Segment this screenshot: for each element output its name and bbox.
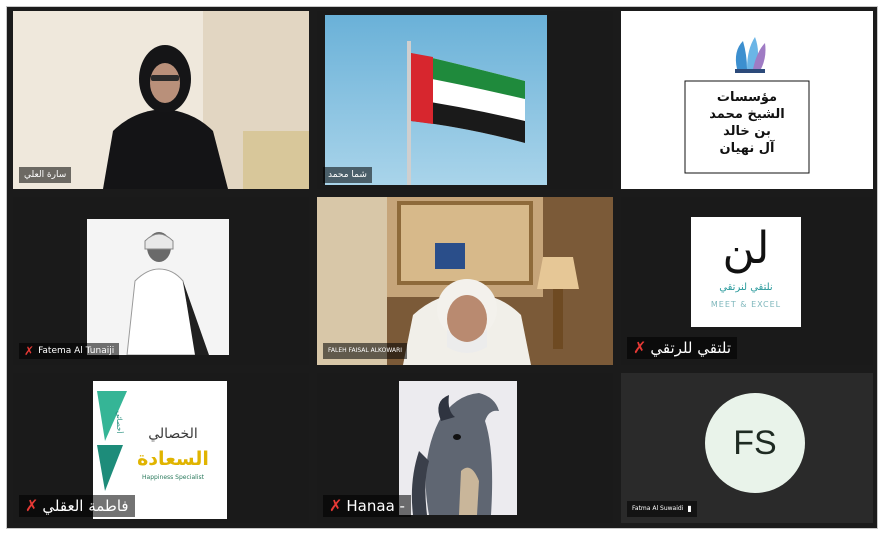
participant-name-label: ✗ فاطمة العقلي xyxy=(19,495,135,517)
participant-name-label: شما محمد xyxy=(323,167,372,183)
participant-name-label: ✗ Fatema Al Tunaiji xyxy=(19,343,120,359)
nelteqi-logo-script: لن xyxy=(722,223,770,274)
video-tile-p4[interactable]: ✗ Fatema Al Tunaiji xyxy=(13,197,309,365)
video-tile-p3[interactable]: مؤسسات الشيخ محمد بن خالد آل نهيان xyxy=(621,11,873,189)
uae-flag-image xyxy=(325,15,547,185)
happiness-logo-side: أخصائي xyxy=(115,411,123,434)
participant-name-label: Fatma Al Suwaidi ▮ xyxy=(627,501,697,517)
mic-muted-icon: ✗ xyxy=(633,338,647,357)
horse-painting-image xyxy=(399,381,517,515)
video-feed xyxy=(13,11,309,189)
participant-name-label: سارة العلي xyxy=(19,167,72,183)
mic-muted-icon: ✗ xyxy=(24,344,35,358)
video-feed xyxy=(87,219,229,355)
participant-name-label: ✗ تلتقي للرتقي xyxy=(627,337,738,359)
video-tile-p1[interactable]: سارة العلي xyxy=(13,11,309,189)
foundation-logo-text: مؤسسات الشيخ محمد بن خالد آل نهيان xyxy=(709,90,785,156)
participant-initials-avatar: FS xyxy=(705,393,805,493)
mic-muted-icon: ✗ xyxy=(329,496,343,515)
happiness-logo-line3: Happiness Specialist xyxy=(142,474,204,481)
happiness-logo-line1: الخصالي xyxy=(148,426,198,442)
happiness-logo-line2: السعادة xyxy=(137,448,209,470)
mic-icon: ▮ xyxy=(687,504,692,513)
mic-muted-icon: ✗ xyxy=(25,496,39,515)
participant-name-label: FALEH FAISAL ALKOWARI xyxy=(323,343,408,359)
video-feed xyxy=(317,197,613,365)
participant-name-label: ✗ Hanaa - xyxy=(323,495,411,517)
video-tile-p2[interactable]: شما محمد xyxy=(317,11,613,189)
video-tile-p8[interactable]: ✗ Hanaa - xyxy=(317,373,613,523)
meeting-gallery-view: سارة العلي شما محمد مؤسسات الشيخ محمد بن… xyxy=(6,6,878,529)
video-tile-p5[interactable]: FALEH FAISAL ALKOWARI xyxy=(317,197,613,365)
video-tile-p9[interactable]: FS Fatma Al Suwaidi ▮ xyxy=(621,373,873,523)
video-tile-p6[interactable]: لن نلتقي لنرتقي MEET & EXCEL ✗ تلتقي للر… xyxy=(621,197,873,365)
nelteqi-logo-subtitle: نلتقي لنرتقي xyxy=(719,282,773,293)
video-tile-p7[interactable]: الخصالي السعادة Happiness Specialist أخص… xyxy=(13,373,309,523)
nelteqi-logo-latin: MEET & EXCEL xyxy=(710,300,782,309)
